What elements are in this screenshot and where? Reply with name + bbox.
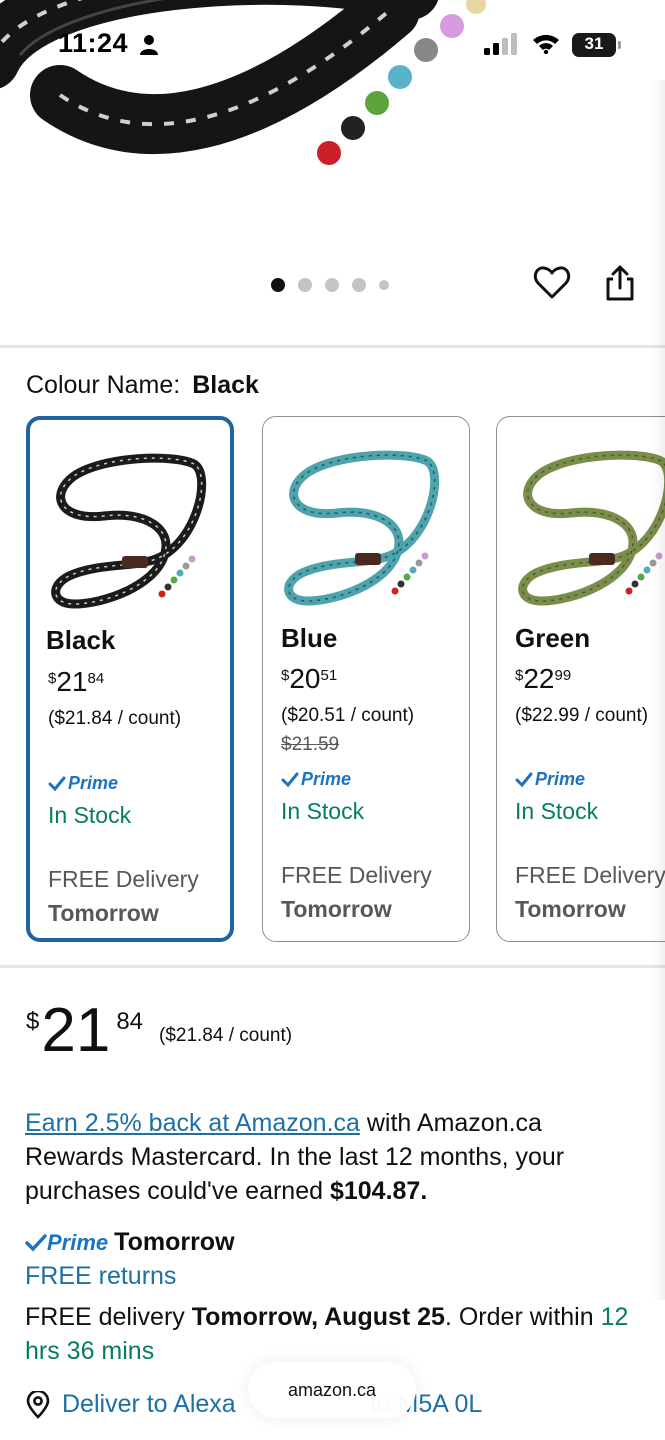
pager-dot[interactable] xyxy=(352,278,366,292)
colour-label-text: Colour Name: xyxy=(26,371,181,399)
swatch-card-blue[interactable]: Blue $20 51 ($20.51 / count) $21.59 Prime… xyxy=(262,416,470,942)
swatch-price: $22 99 xyxy=(515,663,572,694)
delivery-label: FREE Delivery xyxy=(515,862,665,888)
swatch-name: Black xyxy=(46,625,116,655)
prime-badge: Prime xyxy=(515,769,585,790)
location-pin-icon xyxy=(26,1390,50,1419)
delivery-day: Tomorrow xyxy=(281,896,392,922)
rewards-offer: Earn 2.5% back at Amazon.ca with Amazon.… xyxy=(25,1109,565,1205)
swatch-unit-price: ($22.99 / count) xyxy=(515,705,649,726)
wifi-icon xyxy=(533,34,559,54)
free-returns-link[interactable]: FREE returns xyxy=(25,1262,176,1291)
swatch-unit-price: ($21.84 / count) xyxy=(48,708,182,729)
rewards-amount: $104.87. xyxy=(329,1177,428,1205)
pager-dot[interactable] xyxy=(325,278,339,292)
image-pager[interactable] xyxy=(271,278,389,292)
pager-dot[interactable] xyxy=(298,278,312,292)
rewards-link[interactable]: Earn 2.5% back at Amazon.ca xyxy=(25,1109,360,1137)
prime-badge: Prime xyxy=(48,773,118,794)
swatch-image xyxy=(518,450,665,606)
checkmark-icon xyxy=(281,772,299,787)
colour-name-label: Colour Name: Black xyxy=(26,371,259,400)
delivery-label: FREE Delivery xyxy=(48,866,199,892)
delivery-day: Tomorrow xyxy=(48,900,159,926)
checkmark-icon xyxy=(25,1233,47,1252)
delivery-day: Tomorrow xyxy=(515,896,626,922)
person-icon xyxy=(140,35,158,55)
battery-icon: 31 xyxy=(572,33,622,57)
delivery-label: FREE Delivery xyxy=(281,862,432,888)
section-divider xyxy=(0,965,665,968)
swatch-price: $20 51 xyxy=(281,663,338,694)
colour-swatch-carousel[interactable]: Black $21 84 ($21.84 / count) Prime In St… xyxy=(26,416,665,944)
main-price: $ 21 84 xyxy=(26,996,144,1065)
stock-status: In Stock xyxy=(281,798,365,824)
battery-level: 31 xyxy=(584,34,604,53)
swatch-price: $21 84 xyxy=(48,666,105,697)
checkmark-icon xyxy=(48,776,66,791)
product-image-gallery[interactable]: 11:24 31 xyxy=(0,0,665,345)
swatch-name: Green xyxy=(515,623,591,653)
pager-dot[interactable] xyxy=(379,280,389,290)
swatch-unit-price: ($20.51 / count) xyxy=(281,705,415,726)
swatch-image xyxy=(51,453,207,609)
prime-day: Tomorrow xyxy=(114,1228,235,1256)
status-time: 11:24 xyxy=(58,28,129,58)
swatch-name: Blue xyxy=(281,623,338,653)
status-bar: 11:24 31 xyxy=(0,0,665,92)
prime-delivery-line: Prime Tomorrow xyxy=(25,1228,235,1257)
share-icon[interactable] xyxy=(603,264,637,302)
signal-icon xyxy=(484,33,517,55)
browser-url-pill[interactable]: amazon.ca xyxy=(248,1362,416,1418)
swatch-card-green[interactable]: Green $22 99 ($22.99 / count) Prime In St… xyxy=(496,416,665,942)
pager-dot[interactable] xyxy=(271,278,285,292)
swatch-image xyxy=(284,450,440,606)
stock-status: In Stock xyxy=(48,802,132,828)
swatch-list-price: $21.59 xyxy=(281,734,340,755)
selected-colour: Black xyxy=(192,371,259,399)
section-divider xyxy=(0,345,665,348)
prime-badge: Prime xyxy=(25,1230,108,1256)
heart-icon[interactable] xyxy=(533,264,571,302)
checkmark-icon xyxy=(515,772,533,787)
deliver-to-text: Deliver to Alexa xyxy=(62,1390,236,1418)
prime-badge: Prime xyxy=(281,769,351,790)
page-edge-shadow xyxy=(652,80,665,1300)
main-unit-price: ($21.84 / count) xyxy=(159,1025,293,1046)
stock-status: In Stock xyxy=(515,798,599,824)
delivery-estimate: FREE delivery Tomorrow, August 25. Order… xyxy=(25,1303,629,1365)
swatch-card-black[interactable]: Black $21 84 ($21.84 / count) Prime In St… xyxy=(26,416,234,942)
